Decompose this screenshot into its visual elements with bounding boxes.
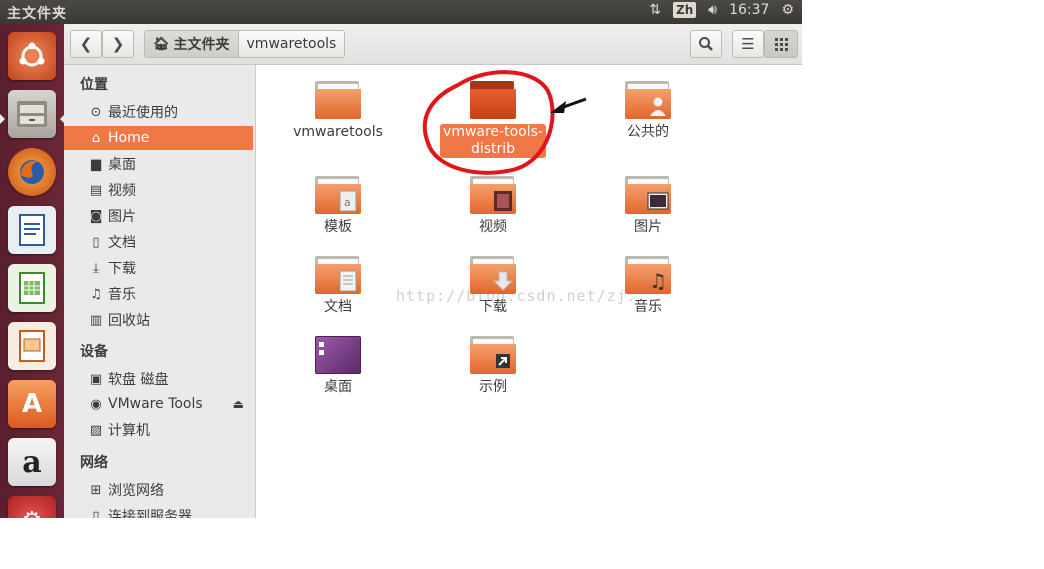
calc-icon[interactable] bbox=[8, 264, 56, 312]
software-center-icon[interactable]: A bbox=[8, 380, 56, 428]
desktop-folder-icon bbox=[315, 336, 361, 374]
file-item[interactable]: 示例 bbox=[433, 336, 553, 396]
input-method-indicator[interactable]: Zh bbox=[673, 2, 697, 18]
desktop-icon: ▆ bbox=[91, 156, 101, 172]
folder-icon: a bbox=[315, 176, 361, 214]
breadcrumb-current[interactable]: vmwaretools bbox=[238, 31, 345, 57]
eject-icon[interactable]: ⏏ bbox=[233, 397, 244, 411]
file-item[interactable]: 桌面 bbox=[278, 336, 398, 396]
file-item[interactable]: a 模板 bbox=[278, 176, 398, 236]
list-icon: ☰ bbox=[741, 35, 755, 53]
music-icon: ♫ bbox=[649, 269, 667, 293]
sidebar-item-pictures[interactable]: ◙ 图片 bbox=[64, 204, 253, 228]
breadcrumb-home[interactable]: 🏠︎ 主文件夹 bbox=[145, 31, 239, 57]
settings-icon[interactable]: ⚙ bbox=[8, 496, 56, 518]
file-manager-window: ❮ ❯ 🏠︎ 主文件夹 vmwaretools ☰ 位置 ⊙ 最近使用的 ⌂ H… bbox=[64, 24, 802, 518]
network-header: 网络 bbox=[80, 455, 108, 471]
folder-icon: ♫ bbox=[625, 256, 671, 294]
sidebar-item-music[interactable]: ♫ 音乐 bbox=[64, 282, 253, 306]
clock-icon: ⊙ bbox=[90, 104, 102, 120]
sidebar-item-vmware-tools[interactable]: ◉ VMware Tools ⏏ bbox=[64, 392, 253, 416]
breadcrumb: 🏠︎ 主文件夹 vmwaretools bbox=[144, 30, 346, 58]
music-icon: ♫ bbox=[90, 286, 102, 302]
annotation-circle bbox=[422, 70, 555, 175]
grid-view-button[interactable] bbox=[764, 30, 798, 58]
file-item[interactable]: 公共的 bbox=[588, 81, 708, 141]
firefox-icon[interactable] bbox=[8, 148, 56, 196]
floppy-icon: ▣ bbox=[89, 371, 103, 387]
picture-icon bbox=[647, 190, 669, 212]
forward-button[interactable]: ❯ bbox=[102, 30, 134, 58]
search-button[interactable] bbox=[690, 30, 722, 58]
sidebar-item-desktop[interactable]: ▆ 桌面 bbox=[64, 152, 253, 176]
desktop-screen: 主文件夹 ⇅ Zh 🔊︎ 16:37 ⚙ A a ❮ ❯ 🏠︎ 主文件夹 vmw… bbox=[0, 0, 802, 518]
sidebar-item-home[interactable]: ⌂ Home bbox=[64, 126, 253, 150]
chevron-left-icon: ❮ bbox=[79, 35, 93, 53]
sidebar-item-computer[interactable]: ▨ 计算机 bbox=[64, 418, 253, 442]
window-title: 主文件夹 bbox=[7, 6, 67, 22]
amazon-icon[interactable]: a bbox=[8, 438, 56, 486]
search-icon bbox=[699, 37, 713, 51]
top-panel: 主文件夹 ⇅ Zh 🔊︎ 16:37 ⚙ bbox=[0, 0, 802, 24]
network-icon: ⊞ bbox=[90, 482, 102, 498]
back-button[interactable]: ❮ bbox=[70, 30, 102, 58]
document-icon bbox=[337, 270, 359, 292]
grid-icon bbox=[775, 38, 788, 51]
home-icon: ⌂ bbox=[91, 130, 101, 146]
file-item[interactable]: ♫ 音乐 bbox=[588, 256, 708, 316]
download-icon: ⤓ bbox=[93, 260, 99, 276]
file-item[interactable]: 下载 bbox=[433, 256, 553, 316]
svg-text:a: a bbox=[344, 196, 351, 209]
person-icon bbox=[647, 95, 669, 117]
document-icon: ▯ bbox=[92, 234, 100, 250]
sidebar-item-videos[interactable]: ▤ 视频 bbox=[64, 178, 253, 202]
system-tray: ⇅ Zh 🔊︎ 16:37 ⚙ bbox=[649, 2, 794, 18]
sidebar-item-connect-server[interactable]: ▯ 连接到服务器 bbox=[64, 504, 253, 519]
file-item[interactable]: 图片 bbox=[588, 176, 708, 236]
volume-icon[interactable]: 🔊︎ bbox=[708, 2, 717, 18]
server-icon: ▯ bbox=[92, 508, 100, 519]
sidebar-item-recent[interactable]: ⊙ 最近使用的 bbox=[64, 100, 253, 124]
devices-header: 设备 bbox=[80, 344, 108, 360]
file-item[interactable]: 文档 bbox=[278, 256, 398, 316]
sidebar-item-trash[interactable]: ▥ 回收站 bbox=[64, 308, 253, 332]
annotation-overlay bbox=[422, 70, 587, 175]
sidebar-item-documents[interactable]: ▯ 文档 bbox=[64, 230, 253, 254]
folder-icon bbox=[625, 176, 671, 214]
sidebar-item-floppy[interactable]: ▣ 软盘 磁盘 bbox=[64, 367, 253, 391]
list-view-button[interactable]: ☰ bbox=[732, 30, 764, 58]
folder-icon bbox=[315, 81, 361, 119]
gear-icon[interactable]: ⚙ bbox=[781, 2, 794, 18]
folder-icon bbox=[625, 81, 671, 119]
impress-icon[interactable] bbox=[8, 322, 56, 370]
folder-icon bbox=[315, 256, 361, 294]
trash-icon: ▥ bbox=[89, 312, 103, 328]
link-icon bbox=[492, 350, 514, 372]
download-icon bbox=[492, 270, 514, 292]
cdrom-icon: ◉ bbox=[90, 396, 102, 412]
writer-icon[interactable] bbox=[8, 206, 56, 254]
file-item[interactable]: vmwaretools bbox=[278, 81, 398, 141]
sidebar-item-downloads[interactable]: ⤓ 下载 bbox=[64, 256, 253, 280]
sidebar: 位置 ⊙ 最近使用的 ⌂ Home ▆ 桌面 ▤ 视频 ◙ 图片 ▯ 文档 ⤓ 下载 ♫ 音乐 … bbox=[64, 65, 256, 518]
computer-icon: ▨ bbox=[89, 422, 103, 438]
folder-icon bbox=[470, 256, 516, 294]
network-arrows-icon[interactable]: ⇅ bbox=[649, 2, 661, 18]
clock[interactable]: 16:37 bbox=[729, 2, 769, 18]
ubuntu-dash-icon[interactable] bbox=[8, 32, 56, 80]
camera-icon: ◙ bbox=[89, 208, 103, 224]
launcher: A a ⚙ bbox=[0, 24, 65, 518]
film-icon: ▤ bbox=[89, 182, 103, 198]
home-icon: 🏠︎ bbox=[153, 36, 170, 52]
files-icon[interactable] bbox=[0, 90, 65, 138]
toolbar: ❮ ❯ 🏠︎ 主文件夹 vmwaretools ☰ bbox=[64, 24, 802, 65]
file-view: vmwaretools vmware-tools-distrib 公共的 a 模… bbox=[256, 65, 802, 518]
chevron-right-icon: ❯ bbox=[111, 35, 125, 53]
places-header: 位置 bbox=[80, 77, 108, 93]
template-icon: a bbox=[337, 190, 359, 212]
folder-icon bbox=[470, 336, 516, 374]
sidebar-item-browse-network[interactable]: ⊞ 浏览网络 bbox=[64, 478, 253, 502]
